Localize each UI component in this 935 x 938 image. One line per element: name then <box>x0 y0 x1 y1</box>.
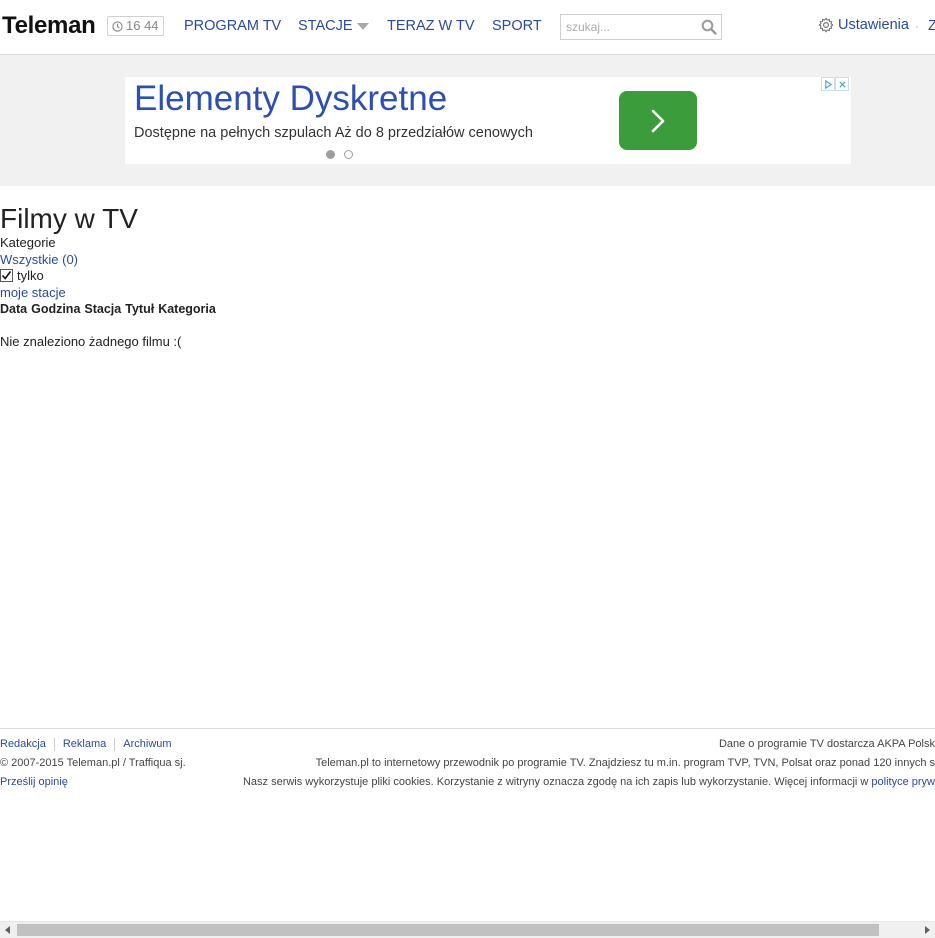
check-icon <box>1 271 12 280</box>
column-kategoria[interactable]: Kategoria <box>158 302 216 316</box>
feedback-link[interactable]: Prześlij opinię <box>0 776 68 788</box>
chevron-right-icon <box>651 109 665 132</box>
gear-icon <box>818 17 834 33</box>
site-header: Teleman 16 44 PROGRAM TV STACJE TERAZ W … <box>0 0 935 55</box>
ad-dot[interactable] <box>344 150 353 159</box>
ad-banner[interactable]: Elementy Dyskretne Dostępne na pełnych s… <box>125 77 851 164</box>
data-source-note: Dane o programie TV dostarcza AKPA Polsk <box>718 738 935 750</box>
about-note: Teleman.pl to internetowy przewodnik po … <box>315 757 935 769</box>
ad-band: Elementy Dyskretne Dostępne na pełnych s… <box>0 55 935 186</box>
ad-description[interactable]: Dostępne na pełnych szpulach Aż do 8 prz… <box>134 125 533 141</box>
ad-pagination <box>326 150 353 159</box>
table-header: Data Godzina Stacja Tytuł Kategoria <box>0 302 216 316</box>
site-logo[interactable]: Teleman <box>2 12 96 40</box>
column-godzina[interactable]: Godzina <box>31 302 80 316</box>
nav-stacje[interactable]: STACJE <box>298 18 369 34</box>
categories-label: Kategorie <box>0 235 56 250</box>
footer-link-archiwum[interactable]: Archiwum <box>114 738 179 751</box>
scroll-right-icon[interactable] <box>919 922 935 938</box>
footer-links: Redakcja Reklama Archiwum <box>0 738 180 751</box>
column-stacja[interactable]: Stacja <box>84 302 121 316</box>
nav-program-tv[interactable]: PROGRAM TV <box>184 18 281 34</box>
page-title: Filmy w TV <box>0 203 138 234</box>
adchoices-icon[interactable] <box>821 77 835 91</box>
settings-label: Ustawienia <box>838 17 909 33</box>
search-box <box>560 14 722 40</box>
privacy-policy-link[interactable]: polityce pryw <box>871 776 935 788</box>
settings-link[interactable]: Ustawienia <box>818 17 909 33</box>
footer-link-reklama[interactable]: Reklama <box>53 738 114 751</box>
nav-stacje-label: STACJE <box>298 18 353 34</box>
nav-sport[interactable]: SPORT <box>492 18 542 34</box>
copyright: © 2007-2015 Teleman.pl / Traffiqua sj. <box>0 757 186 769</box>
category-all-link[interactable]: Wszystkie (0) <box>0 252 78 267</box>
ad-next-button[interactable] <box>619 91 697 150</box>
ad-title[interactable]: Elementy Dyskretne <box>134 79 447 119</box>
clock-icon <box>112 20 123 32</box>
chevron-down-icon <box>356 23 369 30</box>
search-icon[interactable] <box>701 19 717 35</box>
scroll-left-icon[interactable] <box>0 922 16 938</box>
site-footer: Redakcja Reklama Archiwum © 2007-2015 Te… <box>0 728 935 809</box>
ad-dot-active[interactable] <box>326 150 335 159</box>
header-cut-link[interactable]: Z <box>928 18 935 34</box>
column-tytul[interactable]: Tytuł <box>125 302 154 316</box>
cookies-note: Nasz serwis wykorzystuje pliki cookies. … <box>243 776 935 788</box>
close-icon[interactable] <box>835 77 849 91</box>
footer-link-redakcja[interactable]: Redakcja <box>0 738 54 751</box>
only-my-stations-option: tylko <box>0 268 44 283</box>
clock-badge: 16 44 <box>107 16 164 36</box>
search-input[interactable] <box>561 15 701 39</box>
only-checkbox[interactable] <box>0 269 13 282</box>
my-stations-link[interactable]: moje stacje <box>0 285 66 300</box>
header-separator: · <box>915 19 919 33</box>
horizontal-scrollbar[interactable] <box>0 921 935 938</box>
only-label: tylko <box>17 268 44 283</box>
cookies-text: Nasz serwis wykorzystuje pliki cookies. … <box>242 776 869 788</box>
empty-message: Nie znaleziono żadnego filmu :( <box>0 334 182 349</box>
nav-teraz-w-tv[interactable]: TERAZ W TV <box>387 18 475 34</box>
clock-time: 16 44 <box>126 18 159 33</box>
column-data[interactable]: Data <box>0 302 27 316</box>
scrollbar-thumb[interactable] <box>17 924 879 936</box>
ad-choices <box>821 77 849 91</box>
